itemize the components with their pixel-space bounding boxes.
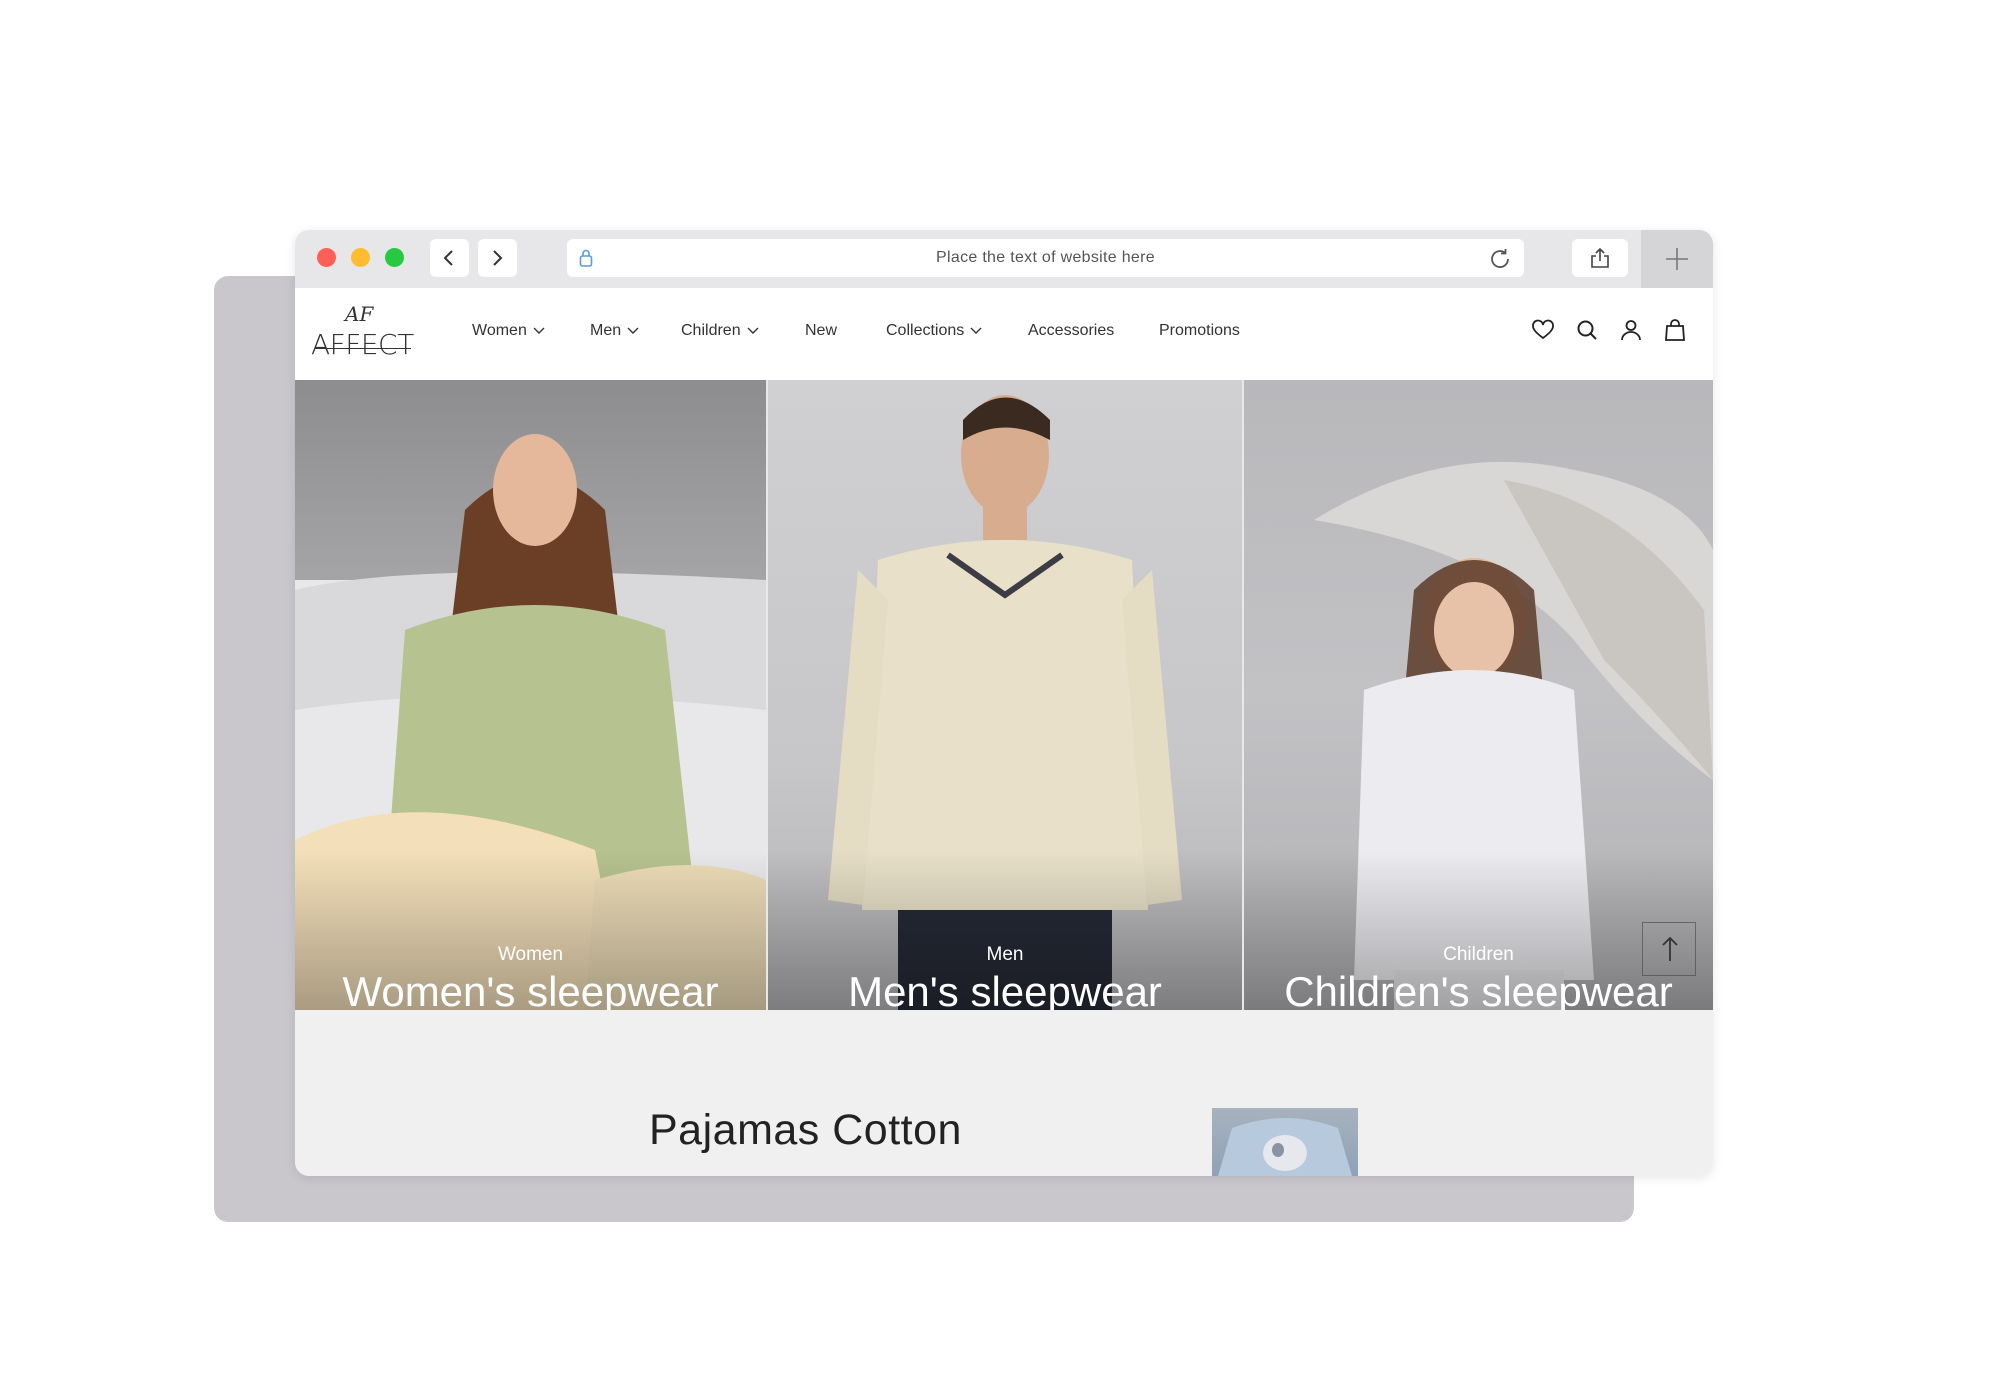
- chevron-down-icon: [533, 327, 545, 334]
- category-title: Men's sleepwear: [848, 968, 1162, 1010]
- chevron-right-icon: [493, 250, 503, 266]
- shopping-bag-icon[interactable]: [1663, 318, 1687, 342]
- chevron-down-icon: [747, 327, 759, 334]
- logo-line: [315, 348, 411, 349]
- back-button[interactable]: [430, 239, 469, 277]
- nav-item-men[interactable]: Men: [590, 322, 639, 340]
- category-title: Women's sleepwear: [342, 968, 719, 1010]
- hero-categories: Women Women's sleepwear Men Men's sleepw…: [295, 380, 1713, 1010]
- product-image: [1218, 1118, 1352, 1176]
- category-label: Women: [497, 944, 564, 965]
- category-card-men[interactable]: Men Men's sleepwear: [768, 380, 1242, 1010]
- forward-button[interactable]: [478, 239, 517, 277]
- category-card-children[interactable]: Children Children's sleepwear: [1244, 380, 1713, 1010]
- nav-item-women[interactable]: Women: [472, 322, 545, 340]
- nav-item-collections[interactable]: Collections: [886, 322, 982, 340]
- header-actions: [1531, 318, 1687, 342]
- site-logo[interactable]: AF AFFECT: [311, 302, 421, 364]
- search-icon[interactable]: [1575, 318, 1599, 342]
- maximize-window-button[interactable]: [385, 248, 404, 267]
- url-text: Place the text of website here: [936, 249, 1155, 266]
- browser-toolbar: Place the text of website here: [295, 230, 1713, 288]
- user-icon[interactable]: [1619, 318, 1643, 342]
- chevron-down-icon: [970, 327, 982, 334]
- browser-window: Place the text of website here AF AFFECT: [295, 230, 1713, 1176]
- share-icon: [1591, 247, 1609, 268]
- category-card-women[interactable]: Women Women's sleepwear: [295, 380, 766, 1010]
- nav-item-new[interactable]: New: [805, 322, 837, 340]
- category-label: Men: [986, 944, 1024, 965]
- product-thumbnail[interactable]: [1212, 1108, 1358, 1176]
- nav-item-accessories[interactable]: Accessories: [1028, 322, 1114, 340]
- site-header: AF AFFECT Women Men Children New Collect…: [295, 288, 1713, 380]
- new-tab-button[interactable]: [1641, 230, 1713, 288]
- logo-monogram: AF: [345, 302, 374, 326]
- address-bar[interactable]: Place the text of website here: [567, 239, 1524, 277]
- section-title: Pajamas Cotton: [649, 1106, 962, 1154]
- nav-item-promotions[interactable]: Promotions: [1159, 322, 1240, 340]
- nav-item-children[interactable]: Children: [681, 322, 759, 340]
- chevron-down-icon: [627, 327, 639, 334]
- arrow-up-icon: [1662, 936, 1678, 961]
- share-button[interactable]: [1572, 239, 1628, 277]
- close-window-button[interactable]: [317, 248, 336, 267]
- scroll-to-top-button[interactable]: [1642, 922, 1696, 976]
- logo-text: AFFECT: [311, 328, 414, 361]
- minimize-window-button[interactable]: [351, 248, 370, 267]
- plus-icon: [1666, 248, 1688, 270]
- reload-icon[interactable]: [1488, 247, 1512, 271]
- product-section: Pajamas Cotton: [295, 1010, 1713, 1176]
- heart-icon[interactable]: [1531, 318, 1555, 342]
- chevron-left-icon: [443, 250, 453, 266]
